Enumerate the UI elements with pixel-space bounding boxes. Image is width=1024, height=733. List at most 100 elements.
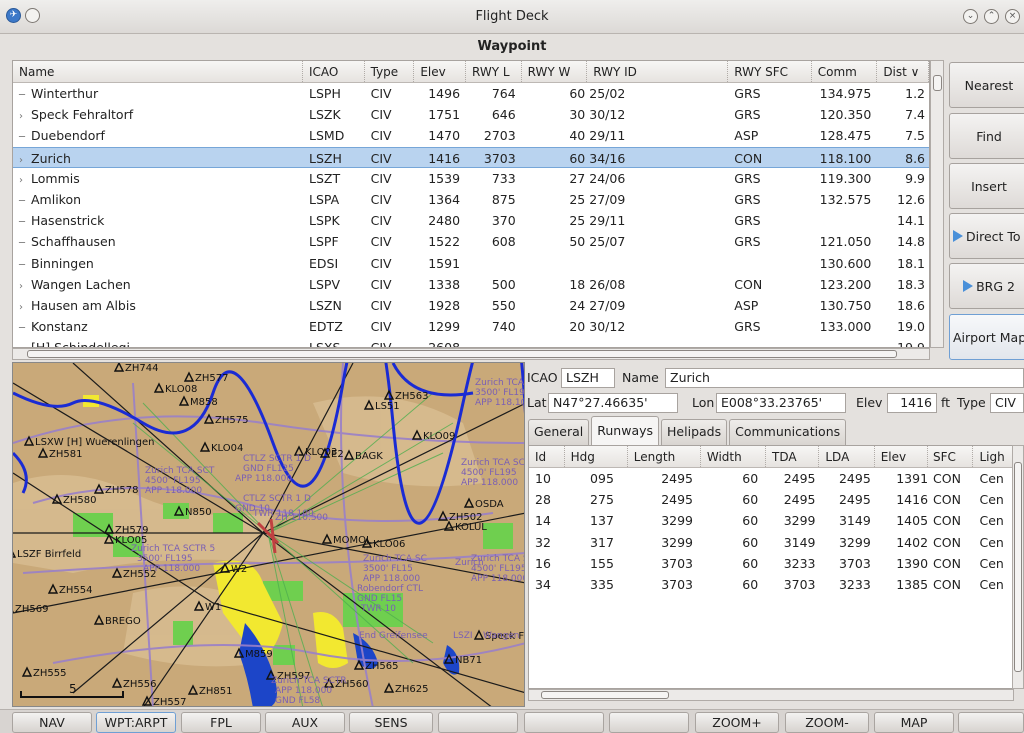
map-button[interactable]: MAP <box>874 712 954 733</box>
tree-expander-icon[interactable]: ─ <box>19 339 31 347</box>
column-header-lda[interactable]: LDA <box>819 446 875 467</box>
map-canvas[interactable]: KLO08ZH577 ZH744 M858 ZH575 LSXW [H] Wuerenl… <box>13 363 525 707</box>
insert-button[interactable]: Insert <box>949 163 1024 209</box>
column-header-elev[interactable]: Elev <box>875 446 929 467</box>
tree-expander-icon[interactable]: › <box>19 276 31 295</box>
column-header-wid[interactable]: Width <box>701 446 767 467</box>
tab-helipads[interactable]: Helipads <box>661 419 728 445</box>
column-header-elev[interactable]: Elev <box>414 61 466 82</box>
table-row[interactable]: ─ Winterthur LSPH CIV 1496 764 60 25/02 GRS 134.9… <box>13 83 929 104</box>
scrollbar-thumb[interactable] <box>27 350 897 358</box>
tree-expander-icon[interactable]: ─ <box>19 85 31 104</box>
cell-name: › Lommis <box>13 168 303 189</box>
nav-button[interactable]: NAV <box>12 712 92 733</box>
table-row[interactable]: 28 275 2495 60 2495 2495 1416 CON Cen <box>529 489 1013 510</box>
waypoint-table[interactable]: Name ICAO Type Elev RWY L RWY W RWY ID RWY SFC C… <box>12 60 930 348</box>
tree-expander-icon[interactable]: ─ <box>19 233 31 252</box>
nearest-button[interactable]: Nearest <box>949 62 1024 108</box>
sens-button[interactable]: SENS <box>349 712 433 733</box>
tree-expander-icon[interactable]: ─ <box>19 212 31 231</box>
table-row[interactable]: ─[H] Schindellegi LSXS CIV 2608 19.9 <box>13 337 929 347</box>
scrollbar-thumb[interactable] <box>541 691 669 699</box>
runway-horizontal-scrollbar[interactable] <box>528 689 1014 701</box>
tree-expander-icon[interactable]: › <box>19 150 31 167</box>
table-row[interactable]: ─ Binningen EDSI CIV 1591 130.600 18.1 <box>13 253 929 274</box>
table-row[interactable]: › Hausen am Albis LSZN CIV 1928 550 24 27/09 ASP… <box>13 295 929 316</box>
table-row[interactable]: ─ Hasenstrick LSPK CIV 2480 370 25 29/11 GRS 14.1 <box>13 210 929 231</box>
direct-to-button[interactable]: Direct To <box>949 213 1024 259</box>
column-header-comm[interactable]: Comm <box>812 61 878 82</box>
cell-name: › Wangen Lachen <box>13 274 303 295</box>
table-row[interactable]: › Lommis LSZT CIV 1539 733 27 24/06 GRS 119.300 9.… <box>13 168 929 189</box>
table-row[interactable]: 14 137 3299 60 3299 3149 1405 CON Cen <box>529 510 1013 531</box>
runway-vertical-scrollbar[interactable] <box>1012 445 1024 689</box>
tree-expander-icon[interactable]: › <box>19 106 31 125</box>
table-row[interactable]: › Zurich LSZH CIV 1416 3703 60 34/16 CON 118.100 8… <box>13 146 929 168</box>
aux-button[interactable]: AUX <box>265 712 345 733</box>
table-row[interactable]: ─ Amlikon LSPA CIV 1364 875 25 27/09 GRS 132.575 1… <box>13 189 929 210</box>
table-row[interactable]: ─ Konstanz EDTZ CIV 1299 740 20 30/12 GRS 133.000… <box>13 316 929 337</box>
tab-runways[interactable]: Runways <box>591 416 660 445</box>
runway-table[interactable]: Id Hdg Length Width TDA LDA Elev SFC Ligh 10 095 2… <box>528 445 1014 689</box>
column-header-name[interactable]: Name <box>13 61 303 82</box>
tree-expander-icon[interactable]: › <box>19 297 31 316</box>
blank-button-5[interactable] <box>438 712 518 733</box>
column-header-rwyl[interactable]: RWY L <box>466 61 522 82</box>
column-header-sfc[interactable]: SFC <box>928 446 974 467</box>
name-field[interactable]: Zurich <box>665 368 1024 388</box>
map-scale-label: 5 <box>69 682 77 696</box>
table-row[interactable]: ─ Duebendorf LSMD CIV 1470 2703 40 29/11 ASP 128.… <box>13 125 929 146</box>
cell-name: ─ Winterthur <box>13 83 303 104</box>
column-header-icao[interactable]: ICAO <box>303 61 365 82</box>
airspace-label: Wangen <box>483 631 520 641</box>
lon-field[interactable]: E008°33.23765' <box>716 393 846 413</box>
type-field[interactable]: CIV <box>990 393 1024 413</box>
table-row[interactable]: › Speck Fehraltorf LSZK CIV 1751 646 30 30/12 GR… <box>13 104 929 125</box>
cell-name: › Zurich <box>13 148 303 167</box>
moving-map[interactable]: KLO08 ZH577 ZH744 M858 ZH575 LSXW [H] Wuerenl… <box>12 362 525 707</box>
column-header-dist[interactable]: Dist ∨ <box>877 61 929 82</box>
blank-button-11[interactable] <box>958 712 1024 733</box>
zoom-button[interactable]: ZOOM- <box>785 712 869 733</box>
column-header-id[interactable]: Id <box>529 446 565 467</box>
table-row[interactable]: 10 095 2495 60 2495 2495 1391 CON Cen <box>529 468 1013 489</box>
fpl-button[interactable]: FPL <box>181 712 261 733</box>
tree-expander-icon[interactable]: ─ <box>19 255 31 274</box>
column-header-rwyw[interactable]: RWY W <box>522 61 588 82</box>
table-row[interactable]: › Wangen Lachen LSPV CIV 1338 500 18 26/08 CON 12… <box>13 274 929 295</box>
table-row[interactable]: 16 155 3703 60 3233 3703 1390 CON Cen <box>529 553 1013 574</box>
blank-button-6[interactable] <box>524 712 604 733</box>
waypoint-vertical-scrollbar[interactable] <box>930 60 944 348</box>
scrollbar-thumb[interactable] <box>1014 462 1022 672</box>
scrollbar-thumb[interactable] <box>933 75 942 91</box>
minimize-icon[interactable]: ⌄ <box>963 9 978 24</box>
airport-map-button[interactable]: Airport Map <box>949 314 1024 360</box>
column-header-sfc[interactable]: RWY SFC <box>728 61 812 82</box>
column-header-hdg[interactable]: Hdg <box>565 446 628 467</box>
table-row[interactable]: 34 335 3703 60 3703 3233 1385 CON Cen <box>529 574 1013 595</box>
icao-field[interactable]: LSZH <box>561 368 615 388</box>
column-header-rwyid[interactable]: RWY ID <box>587 61 729 82</box>
tab-general[interactable]: General <box>528 419 590 445</box>
close-icon[interactable]: × <box>1005 9 1020 24</box>
column-header-lig[interactable]: Ligh <box>973 446 1013 467</box>
table-row[interactable]: ─ Schaffhausen LSPF CIV 1522 608 50 25/07 GRS 121… <box>13 231 929 252</box>
blank-button-7[interactable] <box>609 712 689 733</box>
lat-field[interactable]: N47°27.46635' <box>548 393 678 413</box>
zoom-button[interactable]: ZOOM+ <box>695 712 779 733</box>
wpt-arpt-button[interactable]: WPT:ARPT <box>96 712 176 733</box>
tree-expander-icon[interactable]: ─ <box>19 127 31 146</box>
elev-field[interactable]: 1416 <box>887 393 937 413</box>
table-row[interactable]: 32 317 3299 60 3149 3299 1402 CON Cen <box>529 532 1013 553</box>
maximize-icon[interactable]: ⌃ <box>984 9 999 24</box>
tree-expander-icon[interactable]: › <box>19 170 31 189</box>
tab-communications[interactable]: Communications <box>729 419 847 445</box>
tree-expander-icon[interactable]: ─ <box>19 191 31 210</box>
find-button[interactable]: Find <box>949 113 1024 159</box>
column-header-type[interactable]: Type <box>365 61 415 82</box>
column-header-len[interactable]: Length <box>628 446 701 467</box>
column-header-tda[interactable]: TDA <box>766 446 820 467</box>
tree-expander-icon[interactable]: ─ <box>19 318 31 337</box>
waypoint-horizontal-scrollbar[interactable] <box>12 348 930 360</box>
brg2-button[interactable]: BRG 2 <box>949 263 1024 309</box>
